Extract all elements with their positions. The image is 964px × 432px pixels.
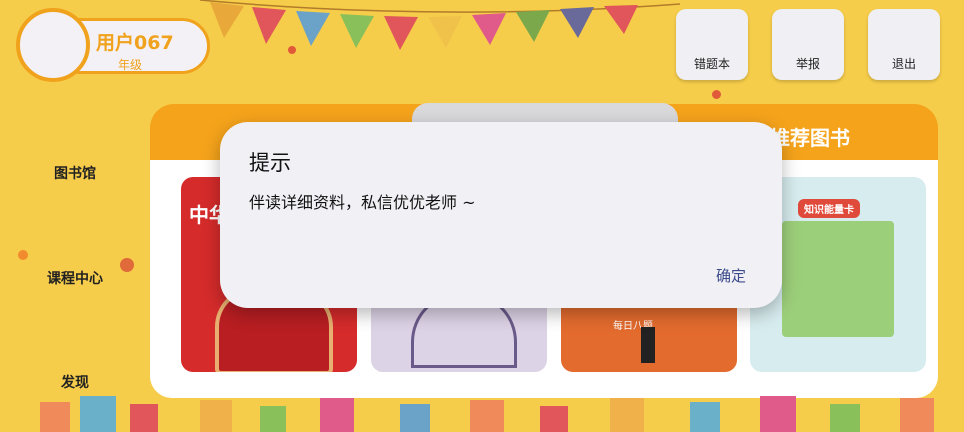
dialog-message: 伴读详细资料，私信优优老师 ~	[249, 193, 476, 212]
alert-dialog: 提示 伴读详细资料，私信优优老师 ~ 确定	[220, 122, 782, 308]
dialog-title: 提示	[249, 151, 291, 175]
confirm-button[interactable]: 确定	[716, 265, 746, 286]
